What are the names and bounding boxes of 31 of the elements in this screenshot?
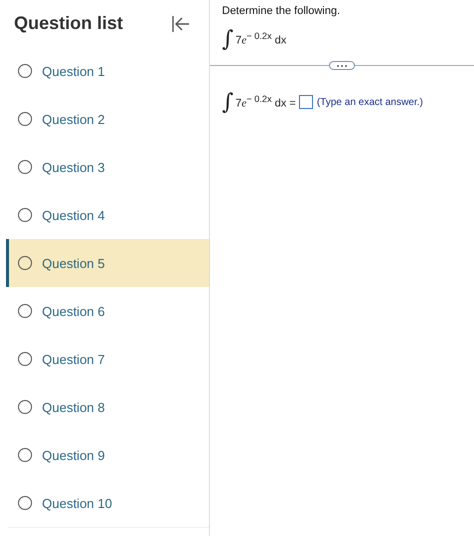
question-item[interactable]: Question 7	[6, 335, 209, 383]
question-prompt: Determine the following.	[222, 5, 342, 17]
radio-icon	[18, 256, 32, 270]
radio-icon	[18, 304, 32, 318]
question-item[interactable]: Question 2	[6, 95, 209, 143]
integral-sign: ∫	[222, 26, 234, 52]
integral-expression: 7e$^{− 0.2x}$ dx	[235, 31, 286, 47]
radio-icon	[18, 112, 32, 126]
radio-icon	[18, 160, 32, 174]
radio-icon	[18, 496, 32, 510]
more-icon	[335, 64, 349, 68]
question-item[interactable]: Question 3	[6, 143, 209, 191]
question-item[interactable]: Question 5	[6, 239, 209, 287]
radio-icon	[18, 352, 32, 366]
answer-hint: (Type an exact answer.)	[316, 96, 424, 108]
radio-icon	[18, 64, 32, 78]
question-item[interactable]: Question 8	[6, 383, 209, 431]
question-item[interactable]: Question 1	[6, 47, 209, 95]
radio-icon	[18, 400, 32, 414]
more-button[interactable]	[329, 61, 355, 70]
radio-icon	[18, 448, 32, 462]
radio-icon	[18, 208, 32, 222]
question-item[interactable]: Question 6	[6, 287, 209, 335]
answer-box[interactable]	[298, 95, 313, 109]
question-item[interactable]: Question 9	[6, 431, 209, 479]
integral-sign: ∫	[222, 90, 234, 114]
question-item[interactable]: Question 10	[6, 479, 209, 527]
question-item[interactable]: Question 4	[6, 191, 209, 239]
sidebar-title: Question list	[14, 13, 124, 34]
collapse-icon[interactable]	[171, 14, 191, 32]
integral-expression: 7e$^{− 0.2x}$ dx =	[235, 94, 296, 110]
